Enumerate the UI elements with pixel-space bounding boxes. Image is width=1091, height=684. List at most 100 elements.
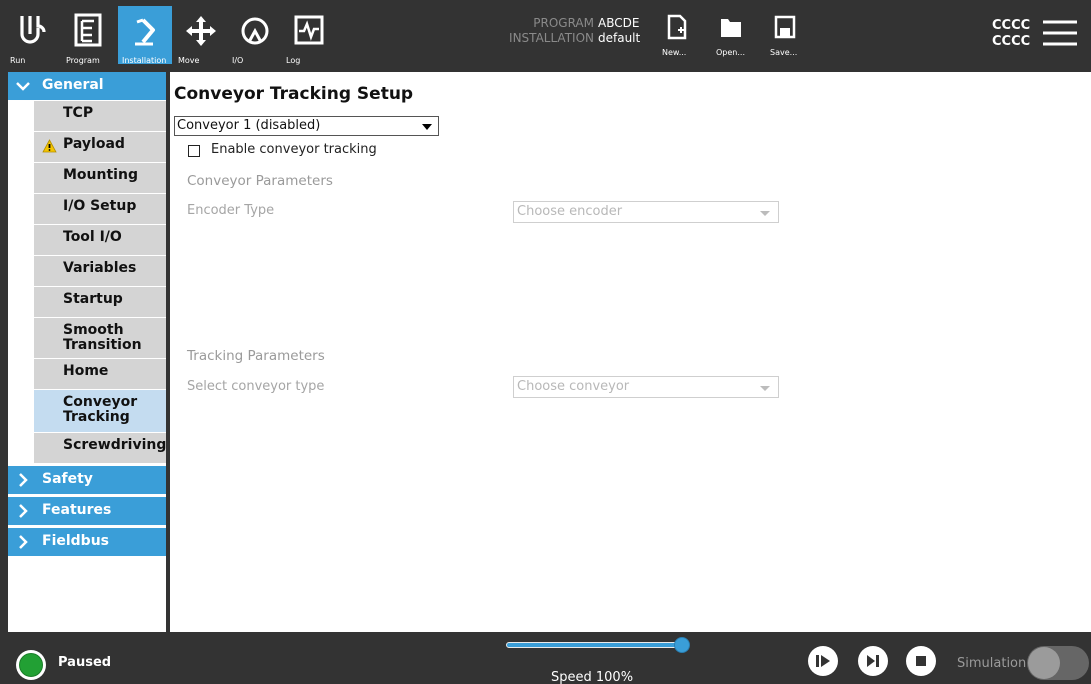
open-label: Open... (716, 48, 745, 57)
sidebar-item-io-setup[interactable]: I/O Setup (34, 194, 166, 225)
nav-run-label: Run (10, 56, 26, 65)
nav-move-label: Move (178, 56, 200, 65)
save-disk-icon (774, 15, 796, 39)
robot-status-text: Paused (58, 655, 112, 670)
enable-conveyor-tracking-checkbox[interactable] (188, 145, 200, 157)
speed-slider-track[interactable] (506, 642, 684, 648)
speed-slider-handle[interactable] (674, 637, 690, 653)
move-arrows-icon (186, 16, 216, 46)
encoder-type-dropdown[interactable]: Choose encoder (513, 201, 779, 223)
conveyor-select-value: Conveyor 1 (disabled) (177, 118, 321, 133)
sidebar-section-fieldbus[interactable]: Fieldbus (8, 528, 166, 556)
sidebar-item-home[interactable]: Home (34, 359, 166, 390)
ur-logo-icon (20, 16, 46, 44)
sidebar-item-smooth-transition[interactable]: Smooth Transition (34, 318, 166, 359)
new-button[interactable]: New... (662, 14, 698, 62)
hamburger-menu-icon[interactable] (1042, 20, 1078, 46)
sidebar-item-tcp[interactable]: TCP (34, 101, 166, 132)
encoder-type-placeholder: Choose encoder (517, 204, 623, 219)
dropdown-arrow-icon (422, 124, 432, 130)
sidebar-section-general[interactable]: General (8, 72, 166, 100)
user-info: CCCC CCCC (992, 18, 1030, 50)
sidebar-item-label: Variables (63, 260, 137, 276)
installation-value: default (598, 31, 641, 45)
save-button[interactable]: Save... (770, 14, 806, 62)
sidebar-item-label: Tool I/O (63, 229, 122, 245)
speed-label: Speed 100% (551, 670, 634, 684)
sidebar-item-label: Payload (63, 136, 125, 152)
sidebar: General TCP Payload Mounting I/O Setup T… (8, 72, 166, 632)
sidebar-item-label: Mounting (63, 167, 138, 183)
program-key: PROGRAM (533, 16, 594, 30)
sidebar-item-screwdriving[interactable]: Screwdriving (34, 433, 166, 464)
sidebar-section-safety[interactable]: Safety (8, 466, 166, 494)
page-title: Conveyor Tracking Setup (174, 84, 414, 104)
save-label: Save... (770, 48, 798, 57)
play-icon (816, 655, 830, 667)
stop-button[interactable] (906, 646, 936, 676)
open-button[interactable]: Open... (716, 14, 752, 62)
nav-io-button[interactable]: I/O (228, 6, 282, 65)
io-gauge-icon (241, 17, 269, 45)
dropdown-arrow-icon (760, 211, 770, 216)
chevron-right-icon (19, 535, 28, 549)
new-file-icon (667, 14, 687, 40)
step-icon (867, 655, 879, 667)
conveyor-type-label: Select conveyor type (187, 379, 325, 394)
installation-robot-arm-icon (135, 18, 155, 46)
robot-status-icon[interactable] (16, 650, 46, 680)
dropdown-arrow-icon (760, 386, 770, 391)
encoder-type-label: Encoder Type (187, 203, 275, 218)
chevron-down-icon (16, 82, 30, 91)
chevron-right-icon (19, 504, 28, 518)
nav-installation-label: Installation (122, 56, 167, 65)
chevron-right-icon (19, 473, 28, 487)
step-button[interactable] (858, 646, 888, 676)
tracking-parameters-heading: Tracking Parameters (187, 348, 325, 364)
sidebar-item-mounting[interactable]: Mounting (34, 163, 166, 194)
nav-move-button[interactable]: Move (174, 6, 228, 65)
play-button[interactable] (808, 646, 838, 676)
simulation-toggle[interactable] (1027, 646, 1089, 680)
conveyor-type-placeholder: Choose conveyor (517, 379, 630, 394)
sidebar-item-tool-io[interactable]: Tool I/O (34, 225, 166, 256)
sidebar-item-label: Smooth Transition (63, 322, 142, 353)
nav-io-label: I/O (232, 56, 244, 65)
log-waveform-icon (294, 15, 324, 45)
sidebar-section-label: Safety (42, 471, 93, 487)
sidebar-section-label: General (42, 77, 104, 93)
user-line-2: CCCC (992, 34, 1031, 49)
conveyor-type-dropdown[interactable]: Choose conveyor (513, 376, 779, 398)
nav-program-button[interactable]: Program (62, 6, 116, 65)
user-line-1: CCCC (992, 18, 1031, 33)
sidebar-item-label: Startup (63, 291, 123, 307)
warning-icon (42, 139, 57, 153)
enable-conveyor-tracking-label[interactable]: Enable conveyor tracking (211, 142, 377, 157)
sidebar-section-features[interactable]: Features (8, 497, 166, 525)
sidebar-item-label: Conveyor Tracking (63, 394, 138, 425)
nav-installation-button[interactable]: Installation (118, 6, 172, 65)
installation-key: INSTALLATION (509, 31, 594, 45)
sidebar-item-variables[interactable]: Variables (34, 256, 166, 287)
bottom-bar: Paused Speed 100% Simulation (0, 636, 1091, 684)
nav-run-button[interactable]: Run (6, 6, 60, 65)
simulation-label: Simulation (957, 656, 1027, 671)
nav-log-label: Log (286, 56, 301, 65)
main-panel: Conveyor Tracking Setup Conveyor 1 (disa… (170, 72, 1091, 632)
sidebar-item-label: Screwdriving (63, 437, 167, 453)
program-info: PROGRAM ABCDE INSTALLATION default (498, 16, 640, 46)
sidebar-section-label: Fieldbus (42, 533, 109, 549)
sidebar-item-conveyor-tracking[interactable]: Conveyor Tracking (34, 390, 166, 433)
sidebar-section-label: Features (42, 502, 112, 518)
top-bar: Run Program Installation Move I/O Log PR… (0, 0, 1091, 65)
program-tree-icon (74, 13, 102, 47)
conveyor-select[interactable]: Conveyor 1 (disabled) (174, 116, 439, 136)
sidebar-item-label: TCP (63, 105, 94, 121)
nav-log-button[interactable]: Log (282, 6, 336, 65)
sidebar-item-label: Home (63, 363, 109, 379)
program-value: ABCDE (598, 16, 640, 30)
sidebar-item-startup[interactable]: Startup (34, 287, 166, 318)
sidebar-item-label: I/O Setup (63, 198, 137, 214)
new-label: New... (662, 48, 687, 57)
sidebar-item-payload[interactable]: Payload (34, 132, 166, 163)
